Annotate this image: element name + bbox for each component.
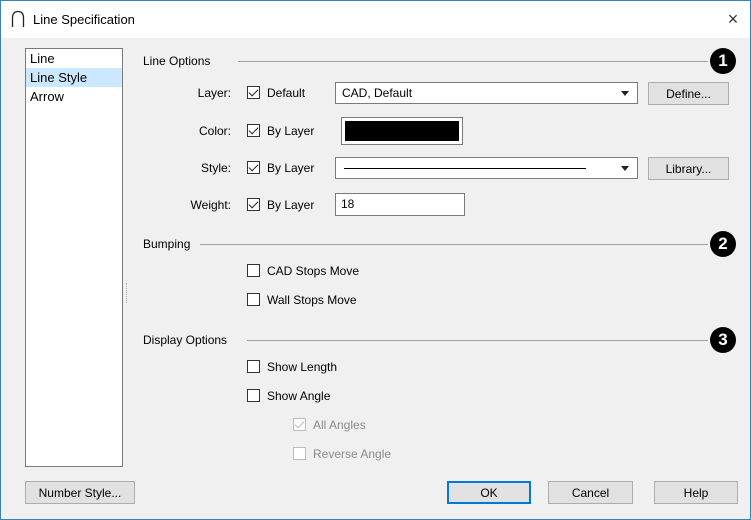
display-options-title: Display Options	[143, 333, 228, 347]
cad-stops-move-label[interactable]: CAD Stops Move	[267, 264, 359, 278]
weight-label: Weight:	[190, 198, 231, 212]
line-arc-icon	[11, 10, 25, 27]
help-button[interactable]: Help	[654, 481, 738, 504]
nav-item-line-style[interactable]: Line Style	[26, 68, 122, 87]
layer-dropdown[interactable]: CAD, Default	[335, 82, 638, 104]
close-button[interactable]: ×	[716, 1, 750, 37]
number-style-button[interactable]: Number Style...	[25, 481, 135, 504]
wall-stops-move-checkbox[interactable]	[247, 293, 260, 306]
color-swatch-fill	[345, 121, 459, 141]
library-button[interactable]: Library...	[648, 157, 729, 180]
show-angle-label[interactable]: Show Angle	[267, 389, 330, 403]
show-length-label[interactable]: Show Length	[267, 360, 337, 374]
define-button[interactable]: Define...	[648, 82, 729, 105]
cancel-button[interactable]: Cancel	[548, 481, 633, 504]
window-title: Line Specification	[33, 12, 135, 27]
layer-value: CAD, Default	[342, 86, 413, 100]
bumping-divider	[200, 244, 708, 245]
callout-badge-1: 1	[710, 48, 736, 74]
category-list: Line Line Style Arrow	[25, 48, 123, 467]
ok-button[interactable]: OK	[447, 481, 531, 504]
all-angles-checkbox[interactable]	[293, 418, 306, 431]
weight-bylayer-label[interactable]: By Layer	[267, 198, 314, 212]
title-bar: Line Specification ×	[1, 1, 750, 38]
callout-badge-3: 3	[710, 327, 736, 353]
color-bylayer-label[interactable]: By Layer	[267, 124, 314, 138]
nav-item-arrow[interactable]: Arrow	[26, 87, 122, 106]
color-swatch-button[interactable]	[341, 117, 463, 145]
nav-item-line[interactable]: Line	[26, 49, 122, 68]
bumping-title: Bumping	[143, 237, 191, 251]
reverse-angle-checkbox[interactable]	[293, 447, 306, 460]
close-icon: ×	[727, 8, 739, 29]
style-bylayer-checkbox[interactable]	[247, 161, 260, 174]
show-length-checkbox[interactable]	[247, 360, 260, 373]
line-style-dropdown[interactable]	[335, 157, 638, 179]
solid-line-preview	[344, 168, 586, 169]
chevron-down-icon	[621, 166, 629, 171]
reverse-angle-label[interactable]: Reverse Angle	[313, 447, 391, 461]
wall-stops-move-label[interactable]: Wall Stops Move	[267, 293, 357, 307]
display-options-divider	[247, 340, 708, 341]
line-specification-dialog: Line Specification × Line Line Style Arr…	[0, 0, 751, 520]
chevron-down-icon	[621, 91, 629, 96]
style-label: Style:	[200, 161, 231, 175]
weight-bylayer-checkbox[interactable]	[247, 198, 260, 211]
layer-default-checkbox[interactable]	[247, 86, 260, 99]
show-angle-checkbox[interactable]	[247, 389, 260, 402]
weight-input[interactable]: 18	[335, 193, 465, 216]
all-angles-label[interactable]: All Angles	[313, 418, 366, 432]
layer-default-label[interactable]: Default	[267, 86, 305, 100]
color-bylayer-checkbox[interactable]	[247, 124, 260, 137]
callout-badge-2: 2	[710, 231, 736, 257]
cad-stops-move-checkbox[interactable]	[247, 264, 260, 277]
panel-splitter[interactable]	[126, 283, 129, 303]
style-bylayer-label[interactable]: By Layer	[267, 161, 314, 175]
line-options-divider	[238, 61, 708, 62]
color-label: Color:	[198, 124, 231, 138]
line-options-title: Line Options	[143, 54, 211, 68]
layer-label: Layer:	[197, 86, 231, 100]
